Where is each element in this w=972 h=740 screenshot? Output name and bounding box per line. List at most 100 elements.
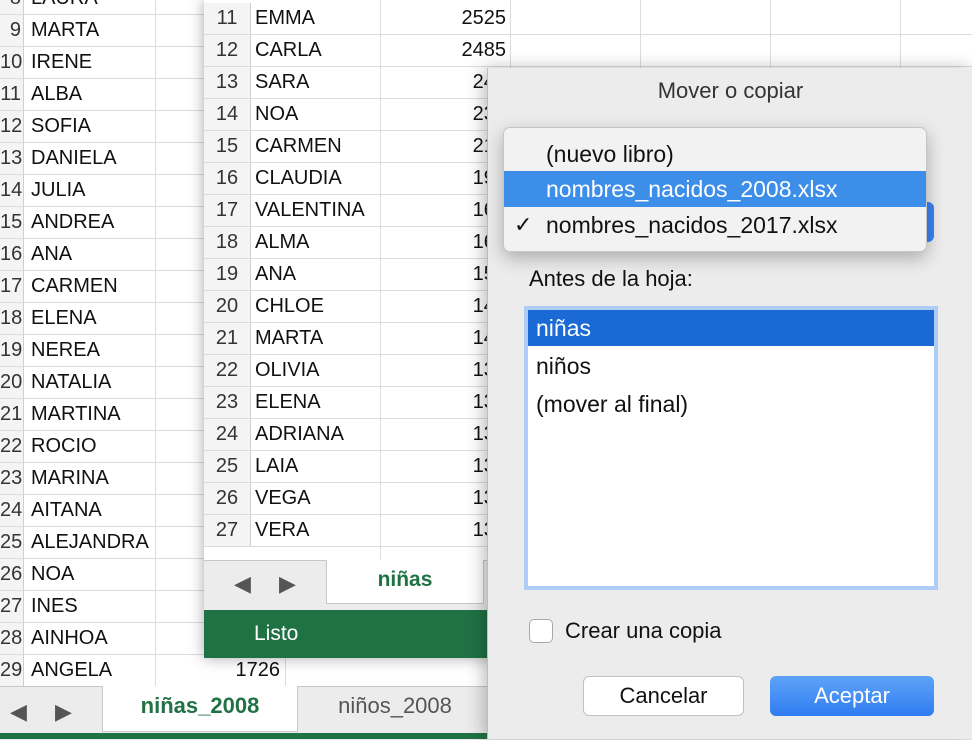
name-cell[interactable]: IRENE (31, 47, 92, 78)
name-cell[interactable]: OLIVIA (255, 355, 319, 386)
name-cell[interactable]: VALENTINA (255, 195, 365, 226)
row-number[interactable]: 9 (0, 15, 24, 46)
row-number[interactable]: 25 (204, 451, 251, 482)
row-number[interactable]: 20 (204, 291, 251, 322)
sheet-tab-ninos-2008[interactable]: niños_2008 (300, 686, 490, 732)
next-sheet-icon[interactable]: ▶ (279, 571, 296, 597)
name-cell[interactable]: INES (31, 591, 78, 622)
name-cell[interactable]: CARMEN (31, 271, 118, 302)
name-cell[interactable]: SARA (255, 67, 309, 98)
row-number[interactable]: 27 (204, 515, 251, 546)
name-cell[interactable]: ANGELA (31, 655, 112, 686)
name-cell[interactable]: ALBA (31, 79, 82, 110)
row-number[interactable]: 22 (0, 431, 24, 462)
prev-sheet-icon[interactable]: ◀ (234, 571, 251, 597)
name-cell[interactable]: JULIA (31, 175, 85, 206)
create-copy-checkbox[interactable] (529, 619, 553, 643)
count-cell[interactable]: 1726 (236, 655, 281, 686)
row-number[interactable]: 24 (204, 419, 251, 450)
sheet-list-item-move-to-end[interactable]: (mover al final) (528, 386, 934, 422)
name-cell[interactable]: ALMA (255, 227, 309, 258)
row-number[interactable]: 24 (0, 495, 24, 526)
row-number[interactable]: 17 (204, 195, 251, 226)
row-number[interactable]: 25 (0, 527, 24, 558)
sheet-list-item-ninos[interactable]: niños (528, 348, 934, 384)
row-number[interactable]: 21 (204, 323, 251, 354)
next-sheet-icon[interactable]: ▶ (55, 699, 72, 725)
row-number[interactable]: 22 (204, 355, 251, 386)
name-cell[interactable]: LAURA (31, 0, 98, 14)
name-cell[interactable]: ADRIANA (255, 419, 344, 450)
count-cell[interactable]: 2485 (404, 35, 507, 66)
accept-button[interactable]: Aceptar (770, 676, 934, 716)
row-number[interactable]: 23 (0, 463, 24, 494)
row-number[interactable]: 17 (0, 271, 24, 302)
name-cell[interactable]: NEREA (31, 335, 100, 366)
name-cell[interactable]: NOA (31, 559, 74, 590)
row-number[interactable]: 29 (0, 655, 24, 686)
sheet-tab-ninas-2008[interactable]: niñas_2008 (102, 686, 298, 732)
name-cell[interactable]: NOA (255, 99, 298, 130)
row-number[interactable]: 19 (204, 259, 251, 290)
name-cell[interactable]: MARTINA (31, 399, 121, 430)
row-number[interactable]: 12 (0, 111, 24, 142)
name-cell[interactable]: CHLOE (255, 291, 324, 322)
row-number[interactable]: 21 (0, 399, 24, 430)
row-number[interactable]: 18 (204, 227, 251, 258)
count-cell[interactable]: 2525 (404, 3, 507, 34)
name-cell[interactable]: ANA (255, 259, 296, 290)
name-cell[interactable]: VEGA (255, 483, 311, 514)
cancel-button[interactable]: Cancelar (583, 676, 744, 716)
name-cell[interactable]: SOFIA (31, 111, 91, 142)
name-cell[interactable]: CLAUDIA (255, 163, 342, 194)
menu-item-new-workbook[interactable]: (nuevo libro) (504, 136, 926, 172)
name-cell[interactable]: LAIA (255, 451, 298, 482)
row-number[interactable]: 8 (0, 0, 24, 14)
create-copy-label[interactable]: Crear una copia (565, 618, 722, 644)
name-cell[interactable]: MARTA (31, 15, 99, 46)
name-cell[interactable]: MARTA (255, 323, 323, 354)
row-number[interactable]: 10 (0, 47, 24, 78)
name-cell[interactable]: EMMA (255, 3, 315, 34)
row-number[interactable]: 28 (0, 623, 24, 654)
row-number[interactable]: 12 (204, 35, 251, 66)
name-cell[interactable]: CARLA (255, 35, 322, 66)
row-number[interactable]: 11 (0, 79, 24, 110)
name-cell[interactable]: DANIELA (31, 143, 117, 174)
sheet-tab-ninas[interactable]: niñas (326, 560, 484, 604)
name-cell[interactable]: CARMEN (255, 131, 342, 162)
row-number[interactable]: 27 (0, 591, 24, 622)
row-number[interactable]: 14 (0, 175, 24, 206)
sheet-list[interactable]: niñas niños (mover al final) (524, 306, 938, 590)
row-number[interactable]: 23 (204, 387, 251, 418)
row-number[interactable]: 15 (0, 207, 24, 238)
prev-sheet-icon[interactable]: ◀ (10, 699, 27, 725)
name-cell[interactable]: AINHOA (31, 623, 108, 654)
menu-item-nombres-2008[interactable]: nombres_nacidos_2008.xlsx (504, 171, 926, 207)
name-cell[interactable]: ELENA (255, 387, 321, 418)
row-number[interactable]: 26 (0, 559, 24, 590)
row-number[interactable]: 16 (204, 163, 251, 194)
name-cell[interactable]: ELENA (31, 303, 97, 334)
menu-item-nombres-2017[interactable]: ✓ nombres_nacidos_2017.xlsx (504, 207, 926, 243)
sheet-list-item-ninas[interactable]: niñas (528, 310, 934, 346)
name-cell[interactable]: ANA (31, 239, 72, 270)
name-cell[interactable]: VERA (255, 515, 309, 546)
row-number[interactable]: 15 (204, 131, 251, 162)
row-number[interactable]: 18 (0, 303, 24, 334)
row-number[interactable]: 13 (0, 143, 24, 174)
name-cell[interactable]: ROCIO (31, 431, 97, 462)
row-number[interactable]: 26 (204, 483, 251, 514)
row-number[interactable]: 13 (204, 67, 251, 98)
row-number[interactable]: 19 (0, 335, 24, 366)
name-cell[interactable]: MARINA (31, 463, 109, 494)
name-cell[interactable]: ANDREA (31, 207, 114, 238)
checkmark-icon: ✓ (514, 212, 533, 237)
row-number[interactable]: 14 (204, 99, 251, 130)
row-number[interactable]: 11 (204, 3, 251, 34)
name-cell[interactable]: AITANA (31, 495, 102, 526)
name-cell[interactable]: NATALIA (31, 367, 111, 398)
row-number[interactable]: 20 (0, 367, 24, 398)
row-number[interactable]: 16 (0, 239, 24, 270)
name-cell[interactable]: ALEJANDRA (31, 527, 149, 558)
